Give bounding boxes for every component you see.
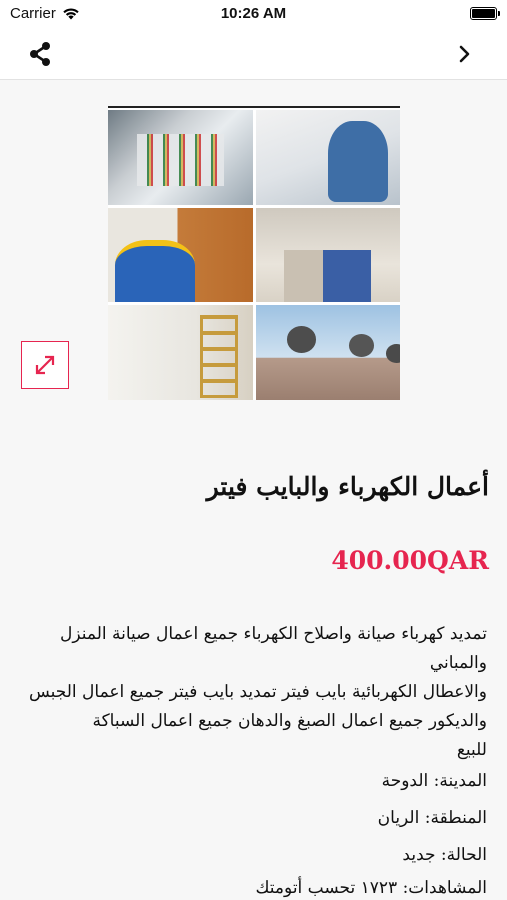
electrical-panel-photo [108,110,253,205]
share-icon[interactable] [26,40,54,68]
nav-bar [0,28,507,80]
status-time: 10:26 AM [220,5,287,22]
listing-title: أعمال الكهرباء والبايب فيتر [206,472,489,501]
expand-icon [35,355,55,375]
listing-description: تمديد كهرباء صيانة واصلاح الكهرباء جميع … [18,620,487,765]
description-line: تمديد كهرباء صيانة واصلاح الكهرباء جميع … [60,624,487,673]
detail-area: المنطقة: الريان [377,808,487,828]
product-image[interactable] [108,106,400,400]
chevron-right-icon[interactable] [455,41,475,67]
wall-painting-photo [108,305,253,400]
gypsum-ceiling-photo [255,207,400,303]
description-line: والاعطال الكهربائية بايب فيتر تمديد بايب… [28,682,487,702]
detail-views: المشاهدات: ١٧٢٣ تحسب أتومتك [255,878,487,898]
status-bar: Carrier 10:26 AM [0,0,507,28]
description-line: والديكور جميع اعمال الصبغ والدهان جميع ا… [92,711,487,731]
door-lock-repair-photo [108,207,253,303]
plumber-photo [255,110,400,205]
detail-city: المدينة: الدوحة [381,771,487,791]
detail-condition: الحالة: جديد [402,845,487,865]
expand-image-button[interactable] [21,341,69,389]
battery-icon [470,7,500,20]
listing-price: 400.00QAR [331,546,489,575]
satellite-dish-photo [255,305,400,400]
description-line: للبيع [456,740,487,760]
